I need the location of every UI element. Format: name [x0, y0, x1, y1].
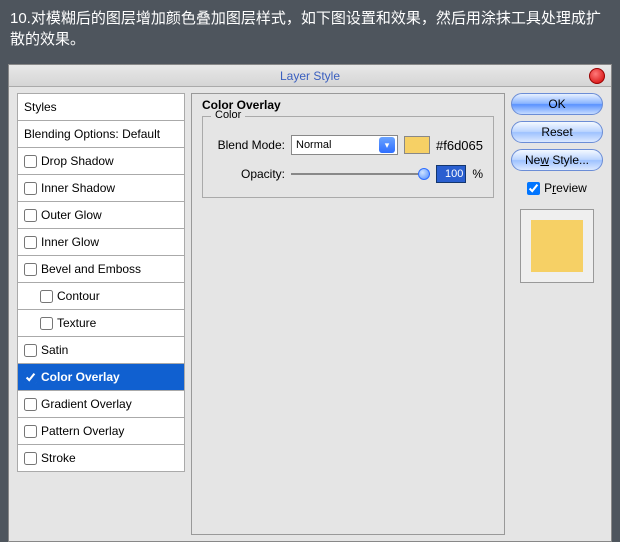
style-pattern-overlay[interactable]: Pattern Overlay: [18, 418, 185, 445]
checkbox-texture[interactable]: [40, 317, 53, 330]
preview-swatch: [531, 220, 583, 272]
style-color-overlay[interactable]: Color Overlay: [18, 364, 185, 391]
checkbox-color-overlay[interactable]: [24, 371, 37, 384]
checkbox-satin[interactable]: [24, 344, 37, 357]
opacity-input[interactable]: [436, 165, 466, 183]
opacity-slider[interactable]: [291, 173, 430, 175]
new-style-button[interactable]: New Style...: [511, 149, 603, 171]
dialog-titlebar: Layer Style: [9, 65, 611, 87]
blend-mode-label: Blend Mode:: [213, 138, 285, 152]
opacity-label: Opacity:: [213, 167, 285, 181]
label-color-overlay: Color Overlay: [41, 370, 120, 384]
fieldset-legend: Color: [211, 109, 245, 121]
label-stroke: Stroke: [41, 451, 76, 465]
dialog-title: Layer Style: [280, 69, 340, 83]
label-texture: Texture: [57, 316, 96, 330]
styles-header[interactable]: Styles: [18, 94, 185, 121]
style-stroke[interactable]: Stroke: [18, 445, 185, 472]
style-inner-glow[interactable]: Inner Glow: [18, 229, 185, 256]
preview-box: [520, 209, 594, 283]
label-satin: Satin: [41, 343, 68, 357]
label-pattern-overlay: Pattern Overlay: [41, 424, 124, 438]
label-inner-glow: Inner Glow: [41, 235, 99, 249]
preview-row: Preview: [511, 181, 603, 195]
instruction-text: 10.对模糊后的图层增加颜色叠加图层样式，如下图设置和效果，然后用涂抹工具处理成…: [0, 0, 620, 58]
opacity-unit: %: [472, 167, 483, 181]
chevron-updown-icon[interactable]: ▾: [379, 137, 395, 153]
style-inner-shadow[interactable]: Inner Shadow: [18, 175, 185, 202]
style-texture[interactable]: Texture: [18, 310, 185, 337]
preview-checkbox[interactable]: [527, 182, 540, 195]
right-panel: OK Reset New Style... Preview: [511, 93, 603, 535]
opacity-row: Opacity: %: [213, 165, 483, 183]
styles-panel: Styles Blending Options: Default Drop Sh…: [17, 93, 185, 535]
blending-options-row[interactable]: Blending Options: Default: [18, 121, 185, 148]
checkbox-gradient-overlay[interactable]: [24, 398, 37, 411]
label-gradient-overlay: Gradient Overlay: [41, 397, 132, 411]
checkbox-contour[interactable]: [40, 290, 53, 303]
label-bevel-emboss: Bevel and Emboss: [41, 262, 141, 276]
style-contour[interactable]: Contour: [18, 283, 185, 310]
layer-style-dialog: Layer Style Styles Blending Options: Def…: [8, 64, 612, 542]
color-fieldset: Color Blend Mode: Normal ▾ #f6d065 Opaci…: [202, 116, 494, 198]
label-contour: Contour: [57, 289, 100, 303]
checkbox-inner-shadow[interactable]: [24, 182, 37, 195]
preview-label: Preview: [544, 181, 587, 195]
style-outer-glow[interactable]: Outer Glow: [18, 202, 185, 229]
checkbox-bevel-emboss[interactable]: [24, 263, 37, 276]
checkbox-outer-glow[interactable]: [24, 209, 37, 222]
blend-mode-value: Normal: [296, 139, 331, 151]
label-inner-shadow: Inner Shadow: [41, 181, 115, 195]
checkbox-drop-shadow[interactable]: [24, 155, 37, 168]
panel-title: Color Overlay: [202, 98, 494, 112]
reset-button[interactable]: Reset: [511, 121, 603, 143]
checkbox-pattern-overlay[interactable]: [24, 425, 37, 438]
style-bevel-emboss[interactable]: Bevel and Emboss: [18, 256, 185, 283]
label-outer-glow: Outer Glow: [41, 208, 102, 222]
style-drop-shadow[interactable]: Drop Shadow: [18, 148, 185, 175]
dialog-body: Styles Blending Options: Default Drop Sh…: [9, 87, 611, 541]
slider-thumb[interactable]: [418, 168, 430, 180]
checkbox-inner-glow[interactable]: [24, 236, 37, 249]
close-icon[interactable]: [589, 68, 605, 84]
center-panel: Color Overlay Color Blend Mode: Normal ▾…: [191, 93, 505, 535]
checkbox-stroke[interactable]: [24, 452, 37, 465]
blend-mode-row: Blend Mode: Normal ▾ #f6d065: [213, 135, 483, 155]
style-gradient-overlay[interactable]: Gradient Overlay: [18, 391, 185, 418]
label-drop-shadow: Drop Shadow: [41, 154, 114, 168]
style-satin[interactable]: Satin: [18, 337, 185, 364]
ok-button[interactable]: OK: [511, 93, 603, 115]
hex-value: #f6d065: [436, 138, 483, 153]
blend-mode-dropdown[interactable]: Normal ▾: [291, 135, 398, 155]
color-swatch[interactable]: [404, 136, 430, 154]
